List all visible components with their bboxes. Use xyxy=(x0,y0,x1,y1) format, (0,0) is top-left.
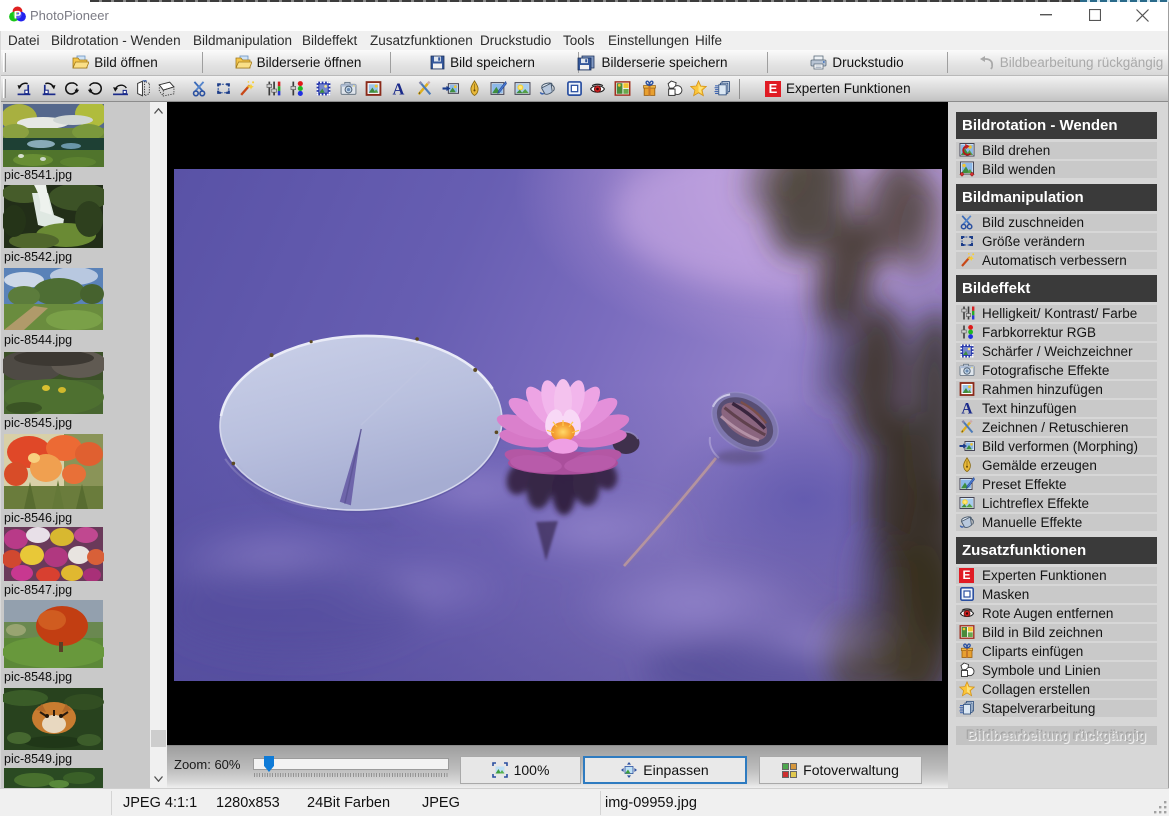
svg-text:P: P xyxy=(14,9,21,21)
